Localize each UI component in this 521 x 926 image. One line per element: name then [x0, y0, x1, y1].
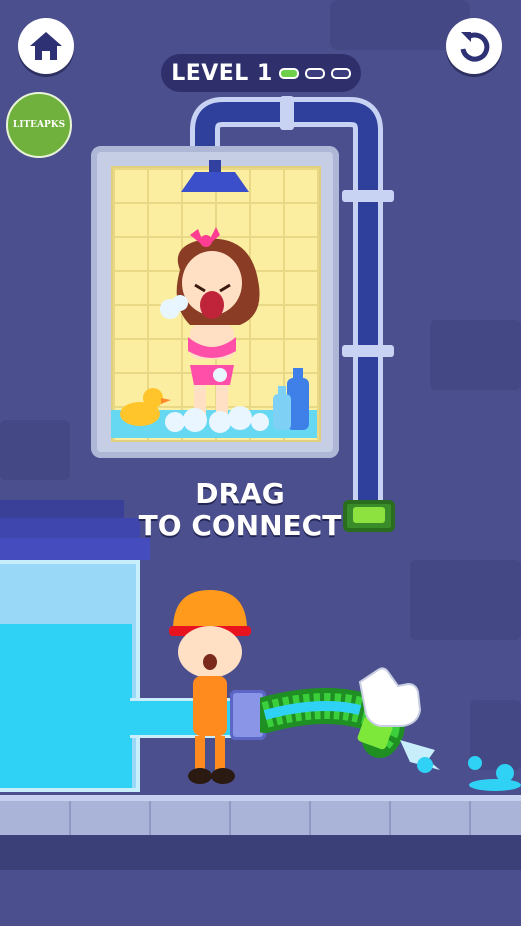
liteapks-watermark: LITEAPKS	[6, 92, 72, 158]
hand-pointer-icon	[358, 667, 422, 727]
bath-items	[120, 368, 309, 433]
home-button[interactable]	[18, 18, 74, 74]
worker-character	[169, 590, 251, 784]
level-progress-segment-3	[330, 67, 351, 79]
level-progress-segment-1	[278, 67, 299, 79]
hint-line-2: TO CONNECT	[138, 509, 342, 542]
watermark-text: LITEAPKS	[12, 120, 66, 130]
level-label: LEVEL 1	[171, 60, 273, 86]
level-progress-segment-2	[304, 67, 325, 79]
shower-head	[181, 160, 249, 192]
hint-line-1: DRAG	[195, 477, 285, 510]
water-spill	[417, 756, 521, 791]
restart-icon	[460, 32, 490, 62]
level-indicator: LEVEL 1	[161, 54, 361, 92]
home-icon	[30, 32, 62, 60]
water-tank-body	[0, 560, 140, 792]
restart-button[interactable]	[446, 18, 502, 74]
drag-hint: DRAG TO CONNECT	[120, 478, 360, 542]
